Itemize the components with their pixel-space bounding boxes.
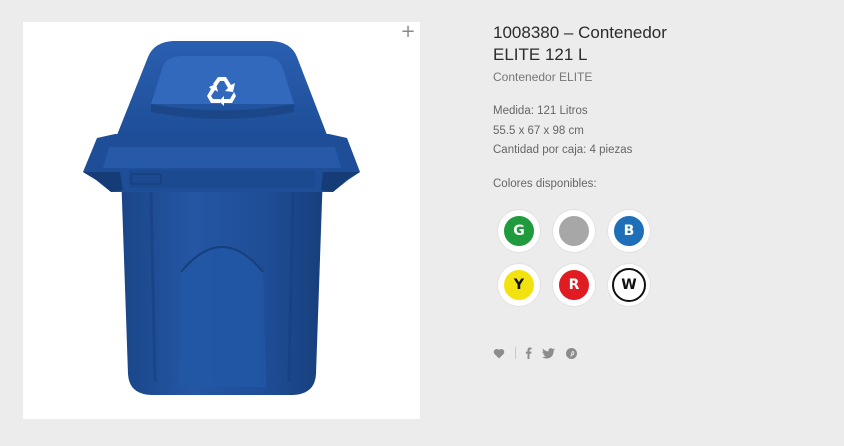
facebook-icon[interactable] xyxy=(525,347,532,359)
colors-label: Colores disponibles: xyxy=(493,177,597,190)
zoom-icon[interactable]: + xyxy=(400,23,416,41)
product-info: 1008380 – Contenedor ELITE 121 L Contene… xyxy=(493,22,823,306)
color-swatch-green[interactable]: G xyxy=(498,209,540,252)
swatch-letter: R xyxy=(556,266,592,303)
swatch-letter: Y xyxy=(501,266,537,303)
spec-measure: Medida: 121 Litros xyxy=(493,105,588,117)
color-swatch-white[interactable]: W xyxy=(608,263,650,306)
swatch-letter xyxy=(556,212,592,249)
pinterest-icon[interactable] xyxy=(566,347,577,359)
share-actions xyxy=(493,345,577,361)
color-swatch-yellow[interactable]: Y xyxy=(498,263,540,306)
product-image-panel[interactable]: + xyxy=(23,22,420,419)
action-divider xyxy=(515,347,516,359)
color-swatch-gray[interactable] xyxy=(553,209,595,252)
swatch-letter: W xyxy=(612,267,646,302)
color-swatches: G B Y R W xyxy=(498,209,668,306)
twitter-icon[interactable] xyxy=(542,347,555,359)
product-subtitle: Contenedor ELITE xyxy=(493,70,593,84)
spec-box-quantity: Cantidad por caja: 4 piezas xyxy=(493,144,633,156)
product-title: 1008380 – Contenedor ELITE 121 L xyxy=(493,23,667,64)
product-specs: Medida: 121 Litros 55.5 x 67 x 98 cm Can… xyxy=(493,102,823,161)
product-image xyxy=(83,41,360,395)
spec-dimensions: 55.5 x 67 x 98 cm xyxy=(493,124,584,137)
swatch-letter: G xyxy=(501,212,537,249)
color-swatch-red[interactable]: R xyxy=(553,263,595,306)
color-swatch-blue[interactable]: B xyxy=(608,209,650,252)
swatch-letter: B xyxy=(611,212,647,249)
heart-icon[interactable] xyxy=(493,348,505,359)
